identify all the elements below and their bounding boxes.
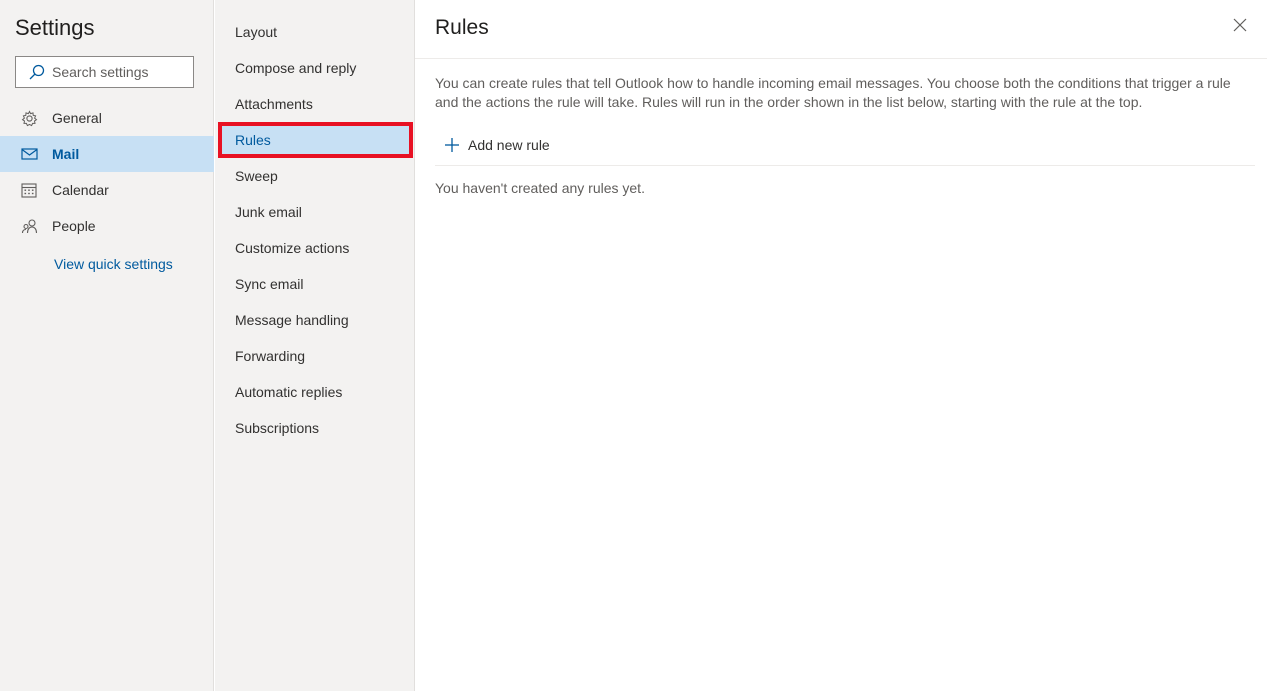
- settings-category-list: General Mail Calendar People: [0, 100, 214, 244]
- nav-item-label: Mail: [52, 146, 80, 162]
- plus-icon: [443, 136, 461, 154]
- close-icon: [1233, 18, 1247, 37]
- nav-item-label: Calendar: [52, 182, 109, 198]
- mail-subsettings-pane: Layout Compose and reply Attachments Rul…: [215, 0, 415, 691]
- add-new-rule-button[interactable]: Add new rule: [443, 134, 550, 156]
- search-input[interactable]: [52, 64, 182, 80]
- nav-item-people[interactable]: People: [0, 208, 214, 244]
- view-quick-settings-link[interactable]: View quick settings: [54, 256, 173, 272]
- calendar-icon: [20, 181, 38, 199]
- add-new-rule-label: Add new rule: [468, 137, 550, 153]
- sub-item-subscriptions[interactable]: Subscriptions: [215, 410, 415, 446]
- search-box[interactable]: [15, 56, 194, 88]
- sub-item-automatic-replies[interactable]: Automatic replies: [215, 374, 415, 410]
- settings-nav-pane: Settings General Mail Calendar: [0, 0, 214, 691]
- close-button[interactable]: [1229, 16, 1251, 38]
- gear-icon: [20, 109, 38, 127]
- sub-item-junk-email[interactable]: Junk email: [215, 194, 415, 230]
- search-icon: [28, 63, 46, 81]
- nav-item-general[interactable]: General: [0, 100, 214, 136]
- rules-content-pane: Rules You can create rules that tell Out…: [415, 0, 1267, 691]
- page-title: Rules: [435, 16, 489, 39]
- mail-subsettings-list: Layout Compose and reply Attachments Rul…: [215, 14, 415, 446]
- header-divider: [415, 58, 1267, 59]
- nav-item-calendar[interactable]: Calendar: [0, 172, 214, 208]
- sub-item-compose-and-reply[interactable]: Compose and reply: [215, 50, 415, 86]
- nav-item-mail[interactable]: Mail: [0, 136, 214, 172]
- sub-item-layout[interactable]: Layout: [215, 14, 415, 50]
- rules-list-divider: [435, 165, 1255, 166]
- settings-title: Settings: [15, 15, 95, 40]
- people-icon: [20, 217, 38, 235]
- sub-item-message-handling[interactable]: Message handling: [215, 302, 415, 338]
- sub-item-sweep[interactable]: Sweep: [215, 158, 415, 194]
- nav-item-label: People: [52, 218, 96, 234]
- sub-item-customize-actions[interactable]: Customize actions: [215, 230, 415, 266]
- sub-item-attachments[interactable]: Attachments: [215, 86, 415, 122]
- empty-rules-message: You haven't created any rules yet.: [435, 180, 645, 196]
- sub-item-sync-email[interactable]: Sync email: [215, 266, 415, 302]
- sub-item-forwarding[interactable]: Forwarding: [215, 338, 415, 374]
- sub-item-rules[interactable]: Rules: [218, 122, 413, 158]
- nav-item-label: General: [52, 110, 102, 126]
- rules-description: You can create rules that tell Outlook h…: [435, 75, 1231, 110]
- mail-icon: [20, 145, 38, 163]
